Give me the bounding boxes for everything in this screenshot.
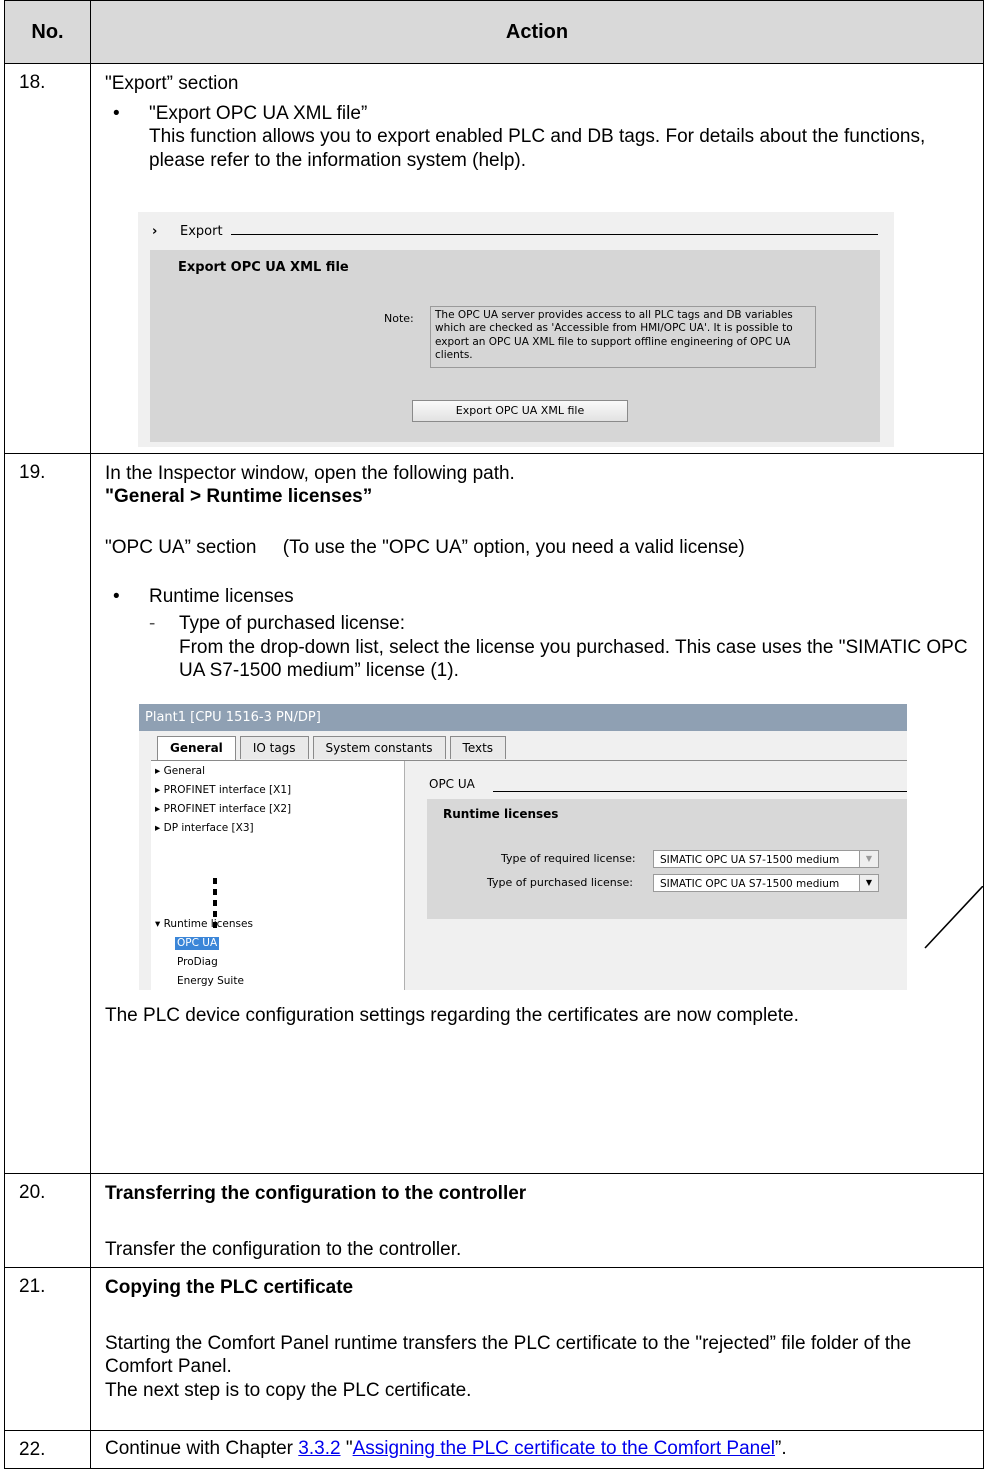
table-header-row: No. Action bbox=[5, 1, 984, 64]
note-label: Note: bbox=[384, 312, 414, 325]
export-xml-button[interactable]: Export OPC UA XML file bbox=[412, 400, 628, 422]
inspector-screenshot: Plant1 [CPU 1516-3 PN/DP] General IO tag… bbox=[139, 704, 907, 990]
purchased-license-select[interactable]: SIMATIC OPC UA S7-1500 medium ▼ bbox=[653, 874, 879, 892]
expand-arrow-icon[interactable]: ▸ bbox=[155, 803, 164, 815]
chevron-down-icon[interactable]: ▼ bbox=[859, 875, 878, 891]
tree-item-opc-ua[interactable]: OPC UA bbox=[175, 937, 219, 950]
tree-item-energy-suite[interactable]: Energy Suite bbox=[177, 975, 244, 988]
bullet-item: • Runtime licenses bbox=[105, 585, 973, 608]
bullet-text: This function allows you to export enabl… bbox=[149, 125, 973, 171]
step-text: Continue with Chapter bbox=[105, 1438, 298, 1459]
table-row: 21. Copying the PLC certificate Starting… bbox=[5, 1268, 984, 1431]
sub-text: From the drop-down list, select the lice… bbox=[179, 636, 973, 682]
step-text: Starting the Comfort Panel runtime trans… bbox=[105, 1332, 973, 1378]
tree-item-profinet-x1[interactable]: ▸ PROFINET interface [X1] bbox=[155, 784, 291, 797]
chapter-link[interactable]: 3.3.2 bbox=[298, 1438, 340, 1459]
tree-item-general[interactable]: ▸ General bbox=[155, 765, 205, 778]
navigation-tree: ▸ General ▸ PROFINET interface [X1] ▸ PR… bbox=[151, 761, 404, 990]
properties-panel: OPC UA Runtime licenses Type of required… bbox=[413, 761, 907, 990]
header-divider bbox=[231, 234, 878, 235]
purchased-license-label: Type of purchased license: bbox=[487, 876, 633, 889]
opc-ua-header: OPC UA bbox=[429, 777, 475, 792]
export-header-label: Export bbox=[180, 224, 223, 240]
tab-texts[interactable]: Texts bbox=[450, 736, 507, 759]
chapter-title-link[interactable]: Assigning the PLC certificate to the Com… bbox=[353, 1438, 775, 1459]
step-action: In the Inspector window, open the follow… bbox=[91, 453, 984, 1173]
required-license-label: Type of required license: bbox=[501, 852, 636, 865]
tree-item-prodiag[interactable]: ProDiag bbox=[177, 956, 218, 969]
bullet-item: • "Export OPC UA XML file” This function… bbox=[105, 102, 973, 172]
sub-title: Type of purchased license: bbox=[179, 612, 973, 635]
step-number: 21. bbox=[5, 1268, 91, 1431]
tree-item-profinet-x2[interactable]: ▸ PROFINET interface [X2] bbox=[155, 803, 291, 816]
path-text: "General > Runtime licenses” bbox=[105, 485, 973, 508]
export-panel: Export OPC UA XML file Note: The OPC UA … bbox=[150, 250, 880, 442]
export-section-header: › Export bbox=[152, 224, 878, 240]
export-sub-header: Export OPC UA XML file bbox=[178, 260, 349, 276]
bullet-title: "Export OPC UA XML file” bbox=[149, 102, 973, 125]
export-screenshot: › Export Export OPC UA XML file Note: Th… bbox=[138, 212, 894, 447]
header-divider bbox=[493, 791, 907, 792]
tab-bar: General IO tags System constants Texts bbox=[157, 736, 510, 761]
runtime-licenses-title: Runtime licenses bbox=[443, 807, 558, 822]
note-text: The OPC UA server provides access to all… bbox=[430, 306, 816, 368]
bullet-text: Runtime licenses bbox=[149, 585, 294, 608]
tab-general[interactable]: General bbox=[157, 736, 236, 761]
step-text: " bbox=[341, 1438, 353, 1459]
table-row: 18. "Export” section • "Export OPC UA XM… bbox=[5, 64, 984, 454]
dash-marker: - bbox=[149, 612, 179, 682]
table-row: 22. Continue with Chapter 3.3.2 "Assigni… bbox=[5, 1431, 984, 1469]
tab-system-constants[interactable]: System constants bbox=[313, 736, 446, 759]
step-title: Transferring the configuration to the co… bbox=[105, 1182, 973, 1205]
step-number: 20. bbox=[5, 1173, 91, 1267]
sub-item: - Type of purchased license: From the dr… bbox=[149, 612, 973, 682]
header-no: No. bbox=[5, 1, 91, 64]
header-action: Action bbox=[91, 1, 984, 64]
chevron-down-icon: ▼ bbox=[859, 851, 878, 867]
step-text: Transfer the configuration to the contro… bbox=[105, 1238, 973, 1261]
section-line: "OPC UA” section (To use the "OPC UA” op… bbox=[105, 536, 973, 559]
tab-io-tags[interactable]: IO tags bbox=[240, 736, 309, 759]
step-number: 19. bbox=[5, 453, 91, 1173]
tree-item-runtime-licenses[interactable]: ▾ Runtime licenses bbox=[155, 918, 253, 931]
step-action: Transferring the configuration to the co… bbox=[91, 1173, 984, 1267]
table-row: 19. In the Inspector window, open the fo… bbox=[5, 453, 984, 1173]
step-action: Continue with Chapter 3.3.2 "Assigning t… bbox=[91, 1431, 984, 1469]
step-text: The next step is to copy the PLC certifi… bbox=[105, 1379, 973, 1402]
chevron-right-icon[interactable]: › bbox=[152, 224, 180, 240]
step-action: "Export” section • "Export OPC UA XML fi… bbox=[91, 64, 984, 454]
window-title: Plant1 [CPU 1516-3 PN/DP] bbox=[139, 704, 907, 731]
collapse-arrow-icon[interactable]: ▾ bbox=[155, 918, 164, 930]
runtime-licenses-panel: Runtime licenses Type of required licens… bbox=[427, 799, 907, 919]
tree-item-dp-x3[interactable]: ▸ DP interface [X3] bbox=[155, 822, 254, 835]
instruction-line: In the Inspector window, open the follow… bbox=[105, 462, 973, 485]
step-action: Copying the PLC certificate Starting the… bbox=[91, 1268, 984, 1431]
step-title: Copying the PLC certificate bbox=[105, 1276, 973, 1299]
conclusion-text: The PLC device configuration settings re… bbox=[105, 1004, 973, 1027]
step-number: 22. bbox=[5, 1431, 91, 1469]
expand-arrow-icon[interactable]: ▸ bbox=[155, 784, 164, 796]
steps-table: No. Action 18. "Export” section • "Expor… bbox=[4, 0, 984, 1469]
table-row: 20. Transferring the configuration to th… bbox=[5, 1173, 984, 1267]
step-text: ”. bbox=[775, 1438, 787, 1459]
section-title: "Export” section bbox=[105, 72, 973, 95]
required-license-select: SIMATIC OPC UA S7-1500 medium ▼ bbox=[653, 850, 879, 868]
callout-pointer bbox=[921, 886, 986, 986]
bullet-dot: • bbox=[105, 585, 149, 608]
step-number: 18. bbox=[5, 64, 91, 454]
expand-arrow-icon[interactable]: ▸ bbox=[155, 765, 164, 777]
expand-arrow-icon[interactable]: ▸ bbox=[155, 822, 164, 834]
bullet-dot: • bbox=[105, 102, 149, 172]
